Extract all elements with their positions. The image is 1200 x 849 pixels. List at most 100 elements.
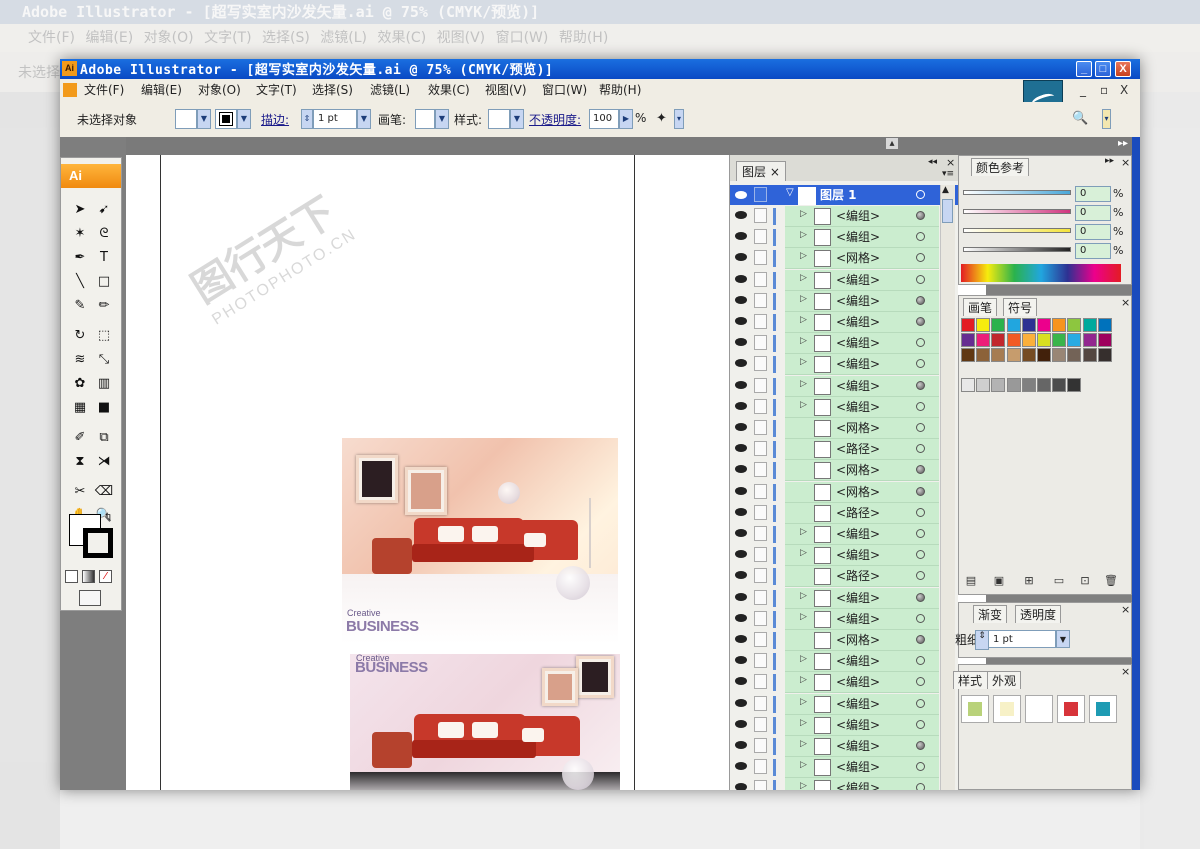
panel-collapse-icon[interactable]: ▸▸ bbox=[1105, 156, 1114, 166]
close-button[interactable]: X bbox=[1115, 61, 1131, 77]
visibility-eye-icon[interactable] bbox=[735, 338, 747, 347]
layer-row[interactable]: <网格> bbox=[730, 481, 959, 503]
target-circle-icon[interactable] bbox=[916, 592, 925, 602]
tab-color-guide[interactable]: 颜色参考 bbox=[971, 158, 1030, 176]
expand-right-icon[interactable]: ▸▸ bbox=[1118, 138, 1128, 149]
color-swatch[interactable] bbox=[1067, 318, 1082, 332]
lock-toggle[interactable] bbox=[754, 610, 767, 626]
direct-selection-tool-icon[interactable]: ➹ bbox=[93, 200, 115, 220]
scroll-up-icon[interactable]: ▴ bbox=[886, 138, 898, 149]
layer-row[interactable]: ▷ <编组> bbox=[730, 396, 959, 418]
lock-toggle[interactable] bbox=[754, 674, 767, 690]
panel-close-icon[interactable]: × bbox=[1121, 296, 1130, 309]
layer-row[interactable]: ▷ <网格> bbox=[730, 248, 959, 270]
color-swatch[interactable] bbox=[1037, 348, 1051, 363]
paintbrush-tool-icon[interactable]: ✎ bbox=[69, 296, 91, 316]
expand-triangle-icon[interactable]: ▷ bbox=[800, 251, 807, 261]
gray-swatch[interactable] bbox=[976, 377, 991, 392]
minimize-button[interactable]: _ bbox=[1076, 61, 1092, 77]
style-selector[interactable] bbox=[488, 109, 510, 129]
layer-row[interactable]: ▷ <编组> bbox=[730, 227, 959, 249]
delete-swatch-icon[interactable]: 🗑 bbox=[1103, 574, 1119, 588]
color-value-field[interactable]: 0 bbox=[1075, 205, 1111, 221]
brush-selector[interactable] bbox=[415, 109, 435, 129]
color-swatch[interactable] bbox=[1052, 333, 1067, 348]
title-bar[interactable]: Ai Adobe Illustrator - [超写实室内沙发矢量.ai @ 7… bbox=[60, 59, 1140, 79]
color-swatch[interactable] bbox=[1037, 318, 1051, 332]
visibility-eye-icon[interactable] bbox=[735, 423, 747, 431]
swatch-library-icon[interactable]: ▤ bbox=[963, 574, 979, 588]
color-swatch[interactable] bbox=[1052, 318, 1067, 332]
graphic-style-swatch[interactable] bbox=[1057, 695, 1085, 723]
live-paint-tool-icon[interactable]: ⧗ bbox=[69, 452, 91, 472]
visibility-eye-icon[interactable] bbox=[735, 274, 747, 283]
color-swatch[interactable] bbox=[961, 333, 975, 348]
panel-close-icon[interactable]: × bbox=[946, 156, 955, 169]
tab-brushes[interactable]: 画笔 bbox=[963, 298, 998, 316]
visibility-eye-icon[interactable] bbox=[735, 698, 747, 707]
color-slider-track[interactable] bbox=[963, 228, 1071, 233]
visibility-eye-icon[interactable] bbox=[735, 677, 747, 686]
visibility-eye-icon[interactable] bbox=[735, 741, 747, 749]
stroke-weight-stepper[interactable]: ⇕ bbox=[975, 630, 989, 650]
layer-row[interactable]: ▷ <编组> bbox=[730, 651, 959, 673]
scroll-thumb[interactable] bbox=[942, 199, 953, 223]
document-icon[interactable] bbox=[63, 83, 77, 97]
layer-row[interactable]: <路径> bbox=[730, 439, 959, 461]
rotate-tool-icon[interactable]: ↻ bbox=[69, 326, 91, 346]
expand-triangle-icon[interactable]: ▷ bbox=[800, 675, 807, 685]
lock-toggle[interactable] bbox=[754, 398, 767, 414]
layer-row[interactable]: ▷ <编组> bbox=[730, 290, 959, 312]
visibility-eye-icon[interactable] bbox=[735, 529, 747, 537]
menu-edit[interactable]: 编辑(E) bbox=[141, 79, 182, 102]
lasso-tool-icon[interactable]: ᘓ bbox=[93, 224, 115, 244]
lock-toggle[interactable] bbox=[754, 653, 767, 669]
expand-triangle-icon[interactable]: ▷ bbox=[800, 781, 807, 790]
lock-toggle[interactable] bbox=[754, 377, 767, 393]
color-swatch[interactable] bbox=[991, 348, 1006, 363]
visibility-eye-icon[interactable] bbox=[735, 359, 747, 368]
layer-row[interactable]: <网格> bbox=[730, 460, 959, 482]
target-circle-icon[interactable] bbox=[916, 783, 925, 790]
color-swatch[interactable] bbox=[961, 318, 975, 332]
expand-triangle-icon[interactable]: ▷ bbox=[800, 273, 807, 283]
lock-toggle[interactable] bbox=[754, 250, 767, 266]
target-circle-icon[interactable] bbox=[916, 486, 925, 496]
expand-triangle-icon[interactable]: ▷ bbox=[800, 697, 807, 707]
layer-row[interactable]: ▷ <编组> bbox=[730, 778, 959, 790]
live-paint-selection-tool-icon[interactable]: ⧕ bbox=[93, 452, 115, 472]
layer-row[interactable]: <网格> bbox=[730, 630, 959, 651]
lock-toggle[interactable] bbox=[754, 695, 767, 711]
none-mode-icon[interactable]: ⁄ bbox=[99, 570, 112, 583]
layer-row[interactable]: <路径> bbox=[730, 566, 959, 588]
target-circle-icon[interactable] bbox=[916, 295, 925, 305]
expand-triangle-icon[interactable]: ▷ bbox=[800, 654, 807, 664]
target-circle-icon[interactable] bbox=[916, 529, 925, 538]
stroke-label[interactable]: 描边: bbox=[261, 111, 289, 128]
graphic-style-swatch[interactable] bbox=[1089, 695, 1117, 723]
visibility-eye-icon[interactable] bbox=[735, 232, 747, 241]
blend-tool-icon[interactable]: ⧉ bbox=[93, 428, 115, 448]
visibility-eye-icon[interactable] bbox=[735, 719, 747, 728]
bridge-dropdown[interactable]: ▾ bbox=[1102, 109, 1111, 129]
visibility-eye-icon[interactable] bbox=[735, 317, 747, 325]
eraser-tool-icon[interactable]: ⌫ bbox=[93, 482, 115, 502]
expand-triangle-icon[interactable]: ▷ bbox=[800, 336, 807, 346]
expand-triangle-icon[interactable]: ▷ bbox=[800, 527, 807, 537]
target-circle-icon[interactable] bbox=[916, 274, 925, 284]
lock-toggle[interactable] bbox=[754, 738, 767, 753]
opacity-label[interactable]: 不透明度: bbox=[529, 111, 581, 128]
visibility-eye-icon[interactable] bbox=[735, 191, 747, 199]
color-swatch[interactable] bbox=[1082, 318, 1097, 332]
color-slider-track[interactable] bbox=[963, 190, 1071, 195]
visibility-eye-icon[interactable] bbox=[735, 380, 747, 389]
visibility-eye-icon[interactable] bbox=[735, 401, 747, 410]
visibility-eye-icon[interactable] bbox=[735, 571, 747, 580]
layer-row[interactable]: ▷ <编组> bbox=[730, 206, 959, 227]
layer-1-row[interactable]: ▽ 图层 1 bbox=[730, 185, 959, 205]
lock-toggle[interactable] bbox=[754, 335, 767, 351]
lock-toggle[interactable] bbox=[754, 483, 767, 499]
artwork-bottom[interactable]: Creative BUSINESS bbox=[350, 654, 620, 790]
visibility-eye-icon[interactable] bbox=[735, 295, 747, 304]
lock-toggle[interactable] bbox=[754, 187, 767, 202]
